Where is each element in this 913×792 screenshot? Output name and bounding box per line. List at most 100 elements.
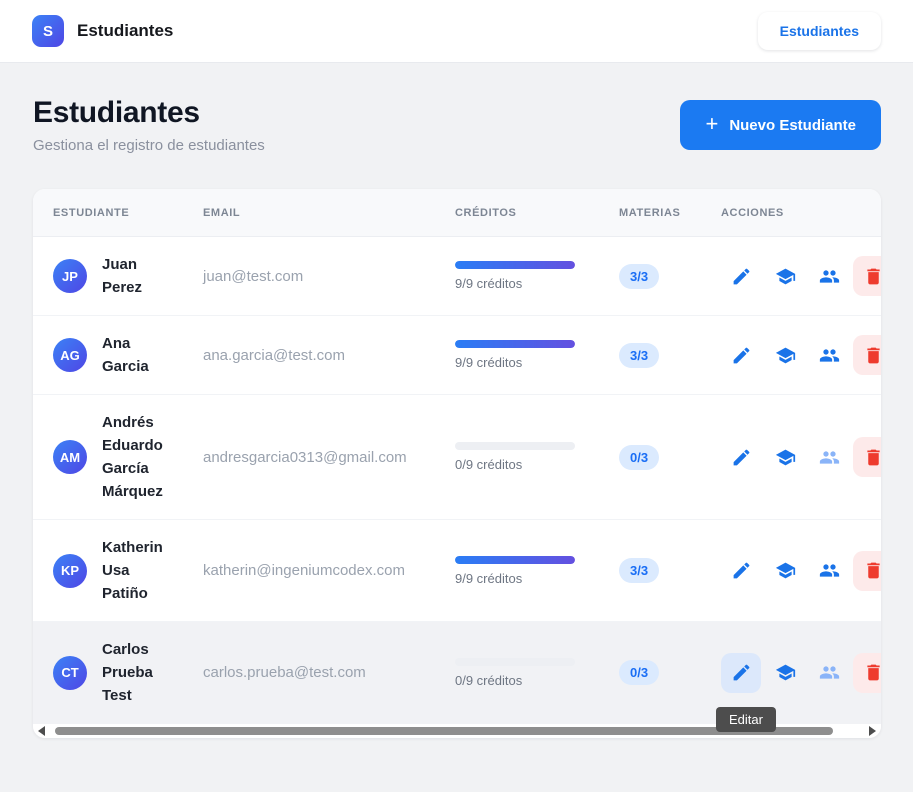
subjects-button[interactable] xyxy=(765,551,805,591)
groups-button[interactable] xyxy=(809,256,849,296)
edit-button[interactable] xyxy=(721,652,761,693)
delete-button[interactable] xyxy=(853,652,881,693)
actions-cell xyxy=(721,256,881,296)
delete-button[interactable] xyxy=(853,256,881,296)
credits-cell: 9/9 créditos xyxy=(455,555,615,586)
avatar-initials: JP xyxy=(62,268,78,284)
groups-button[interactable] xyxy=(809,437,849,477)
table-row: AG Ana Garcia ana.garcia@test.com 9/9 cr… xyxy=(33,316,881,395)
avatar: JP xyxy=(53,259,87,293)
actions-cell xyxy=(721,652,881,693)
credits-progress-bar xyxy=(455,340,575,348)
credits-progress-bar xyxy=(455,657,575,666)
student-cell: AG Ana Garcia xyxy=(33,332,203,378)
app-logo-icon: S xyxy=(32,15,64,47)
school-icon xyxy=(775,560,796,581)
edit-icon xyxy=(731,345,752,366)
plus-icon: + xyxy=(705,111,719,136)
page-header-text: Estudiantes Gestiona el registro de estu… xyxy=(33,96,265,154)
column-header-acciones: Acciones xyxy=(721,206,784,219)
edit-icon xyxy=(731,662,752,683)
people-icon xyxy=(819,345,840,366)
credits-label: 0/9 créditos xyxy=(455,457,523,472)
materias-badge: 3/3 xyxy=(619,342,660,368)
school-icon xyxy=(775,266,796,287)
edit-icon xyxy=(731,266,752,287)
edit-button[interactable] xyxy=(721,335,761,375)
student-name: Andrés Eduardo García Márquez xyxy=(102,414,163,500)
materias-badge: 3/3 xyxy=(619,558,660,583)
column-header-materias: Materias xyxy=(619,206,681,219)
materias-cell: 0/3 xyxy=(615,660,721,685)
trash-icon xyxy=(863,447,882,468)
edit-tooltip: Editar xyxy=(716,707,776,732)
scroll-left-arrow-icon[interactable] xyxy=(38,726,45,736)
subjects-button[interactable] xyxy=(765,437,805,477)
student-email: carlos.prueba@test.com xyxy=(203,664,366,681)
app-title: Estudiantes xyxy=(77,21,174,40)
materias-badge: 3/3 xyxy=(619,263,660,289)
page-subtitle: Gestiona el registro de estudiantes xyxy=(33,137,265,154)
main-content: Estudiantes Gestiona el registro de estu… xyxy=(0,96,913,738)
delete-button[interactable] xyxy=(853,335,881,375)
page-header: Estudiantes Gestiona el registro de estu… xyxy=(33,96,881,154)
column-header-creditos: Créditos xyxy=(455,206,517,219)
credits-label: 0/9 créditos xyxy=(455,672,523,688)
student-cell: CT Carlos Prueba Test xyxy=(33,638,203,707)
materias-cell: 3/3 xyxy=(615,558,721,583)
student-name: Katherin Usa Patiño xyxy=(102,539,163,602)
delete-button[interactable] xyxy=(853,550,882,591)
student-email: ana.garcia@test.com xyxy=(203,346,345,364)
credits-progress-bar xyxy=(455,261,575,269)
edit-button[interactable] xyxy=(721,256,761,296)
school-icon xyxy=(775,662,796,683)
credits-label: 9/9 créditos xyxy=(455,355,523,370)
avatar: CT xyxy=(53,655,87,690)
table-header-row: Estudiante Email Créditos Materias Accio… xyxy=(33,189,881,237)
credits-cell: 9/9 créditos xyxy=(455,261,615,291)
credits-cell: 9/9 créditos xyxy=(455,340,615,370)
student-email: juan@test.com xyxy=(203,267,304,285)
avatar: AG xyxy=(53,338,87,372)
credits-label: 9/9 créditos xyxy=(455,570,523,586)
new-student-button[interactable]: + Nuevo Estudiante xyxy=(680,100,881,150)
table-row: JP Juan Perez juan@test.com 9/9 créditos… xyxy=(33,237,881,316)
avatar: KP xyxy=(53,553,87,588)
materias-cell: 3/3 xyxy=(615,342,721,368)
actions-cell xyxy=(721,550,882,591)
scroll-right-arrow-icon[interactable] xyxy=(869,726,876,736)
materias-cell: 3/3 xyxy=(615,263,721,289)
edit-button[interactable] xyxy=(721,551,761,591)
groups-button[interactable] xyxy=(809,653,849,693)
credits-label: 9/9 créditos xyxy=(455,276,523,291)
student-name: Juan Perez xyxy=(102,256,143,296)
student-cell: KP Katherin Usa Patiño xyxy=(33,536,203,605)
credits-progress-fill xyxy=(455,340,575,348)
groups-button[interactable] xyxy=(809,335,849,375)
edit-button[interactable] xyxy=(721,437,761,477)
student-name: Carlos Prueba Test xyxy=(102,641,153,704)
trash-icon xyxy=(863,266,882,287)
students-table-card: Estudiante Email Créditos Materias Accio… xyxy=(33,189,881,738)
delete-button[interactable] xyxy=(853,437,881,477)
students-table: Estudiante Email Créditos Materias Accio… xyxy=(33,189,881,724)
groups-button[interactable] xyxy=(809,551,849,591)
credits-cell: 0/9 créditos xyxy=(455,657,615,688)
actions-cell xyxy=(721,335,881,375)
student-email: katherin@ingeniumcodex.com xyxy=(203,562,405,579)
credits-progress-fill xyxy=(455,261,575,269)
trash-icon xyxy=(863,345,882,366)
materias-badge: 0/3 xyxy=(619,660,660,685)
nav-estudiantes-button[interactable]: Estudiantes xyxy=(757,12,881,50)
materias-badge: 0/3 xyxy=(619,444,660,470)
subjects-button[interactable] xyxy=(765,653,805,693)
trash-icon xyxy=(863,560,882,581)
credits-progress-fill xyxy=(455,555,575,564)
edit-icon xyxy=(731,560,752,581)
avatar: AM xyxy=(53,440,87,474)
subjects-button[interactable] xyxy=(765,335,805,375)
subjects-button[interactable] xyxy=(765,256,805,296)
avatar-initials: KP xyxy=(60,563,80,578)
student-name: Ana Garcia xyxy=(102,335,149,375)
people-icon xyxy=(819,266,840,287)
